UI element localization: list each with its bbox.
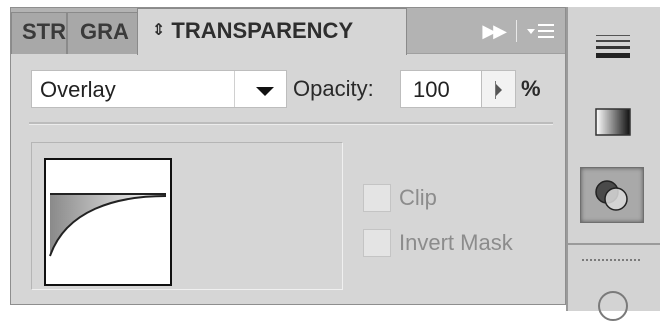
- invert-mask-option[interactable]: Invert Mask: [363, 229, 513, 257]
- opacity-unit: %: [521, 76, 541, 101]
- tab-gradient-label: GRA: [80, 19, 129, 44]
- blend-mode-value: Overlay: [40, 77, 116, 102]
- mask-thumbnail-glyph: [49, 193, 167, 257]
- dock-divider: [568, 243, 660, 245]
- gradient-square-icon: [595, 108, 631, 136]
- opacity-label: Opacity:: [293, 76, 374, 101]
- tab-reorder-icon: ⇕: [152, 22, 166, 39]
- appearance-icon[interactable]: [598, 291, 628, 321]
- dock-transparency-button[interactable]: [580, 167, 644, 223]
- invert-mask-label: Invert Mask: [399, 230, 513, 255]
- dock-stroke-button[interactable]: [580, 21, 644, 77]
- clip-option[interactable]: Clip: [363, 184, 437, 212]
- double-chevron-right-icon[interactable]: ▶▶: [482, 21, 507, 42]
- panel-controls: ▶▶: [482, 18, 555, 44]
- panel-menu-icon[interactable]: [527, 21, 555, 41]
- tab-stroke[interactable]: STR: [11, 12, 67, 54]
- transparency-panel: STR GRA ⇕ TRANSPARENCY ▶▶ Overlay Opacit…: [10, 7, 566, 305]
- blend-mode-dropdown[interactable]: Overlay: [31, 70, 287, 108]
- tab-transparency-label: TRANSPARENCY: [171, 18, 354, 43]
- tab-transparency[interactable]: ⇕ TRANSPARENCY: [137, 8, 407, 55]
- screenshot-frame: STR GRA ⇕ TRANSPARENCY ▶▶ Overlay Opacit…: [0, 0, 660, 321]
- tab-gradient[interactable]: GRA: [67, 12, 147, 54]
- panel-dock: [566, 7, 660, 321]
- play-arrow-icon: [496, 84, 502, 96]
- clip-label: Clip: [399, 185, 437, 210]
- mask-area: [31, 142, 343, 290]
- dock-grip-handle[interactable]: [582, 259, 642, 261]
- dock-gradient-button[interactable]: [580, 95, 644, 151]
- tab-stroke-label: STR: [22, 19, 66, 44]
- opacity-input[interactable]: 100: [400, 70, 482, 108]
- stroke-lines-icon: [596, 35, 630, 58]
- dropdown-divider: [234, 71, 235, 107]
- controls-divider: [516, 20, 517, 42]
- mask-thumbnail-icon[interactable]: [44, 158, 172, 286]
- transparency-circles-icon: [595, 180, 628, 211]
- caret-down-icon[interactable]: [256, 87, 274, 96]
- clip-checkbox[interactable]: [363, 184, 391, 212]
- panel-menu-glyph: [527, 24, 554, 38]
- panel-tab-bar: STR GRA ⇕ TRANSPARENCY ▶▶: [11, 8, 565, 55]
- section-divider: [29, 122, 553, 125]
- opacity-slider-toggle[interactable]: [482, 70, 516, 108]
- invert-mask-checkbox[interactable]: [363, 229, 391, 257]
